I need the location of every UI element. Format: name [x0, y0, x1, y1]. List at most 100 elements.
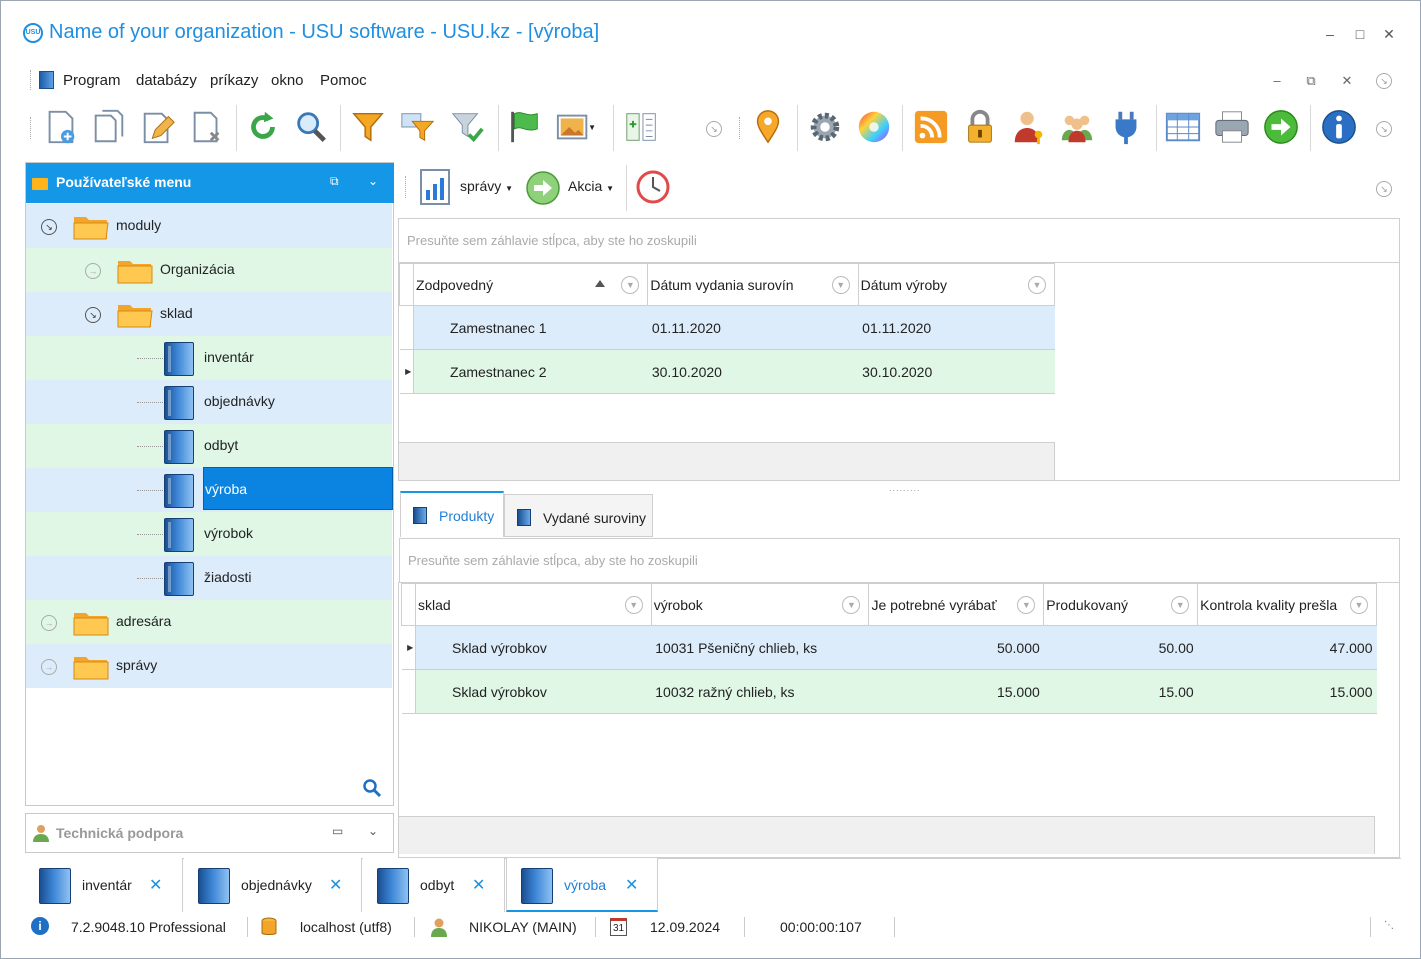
tree-item-organizacia[interactable]: → Organizácia	[26, 248, 392, 292]
menu-pomoc[interactable]: Pomoc	[320, 72, 367, 89]
close-tab-icon[interactable]: ✕	[149, 875, 162, 895]
close-window-button[interactable]: ✕	[1376, 21, 1402, 47]
column-filter-icon[interactable]: ▼	[624, 596, 643, 614]
copy-document-icon[interactable]	[89, 107, 129, 147]
table-row[interactable]: Sklad výrobkov 10032 ražný chlieb, ks 15…	[401, 669, 1377, 714]
rss-icon[interactable]	[911, 107, 951, 147]
tree-item-adresara[interactable]: → adresára	[26, 600, 392, 644]
column-header-datum-vyroby[interactable]: Dátum výroby ▼	[857, 263, 1056, 306]
close-tab-icon[interactable]: ✕	[329, 875, 342, 895]
column-filter-icon[interactable]: ▼	[1028, 276, 1046, 294]
map-pin-icon[interactable]	[748, 107, 788, 147]
column-header-sklad[interactable]: sklad ▼	[414, 583, 652, 626]
maximize-window-button[interactable]: □	[1347, 21, 1373, 47]
panel-float-button[interactable]: ▭	[332, 824, 343, 838]
group-by-panel[interactable]: Presuňte sem záhlavie stĺpca, aby ste ho…	[398, 218, 1400, 262]
tab-vydane-suroviny[interactable]: Vydané suroviny	[504, 494, 653, 537]
column-header-je-potrebne-vyrabat[interactable]: Je potrebné vyrábať ▼	[868, 583, 1045, 626]
plug-icon[interactable]	[1106, 107, 1146, 147]
resize-grip-icon[interactable]: ⋱	[1384, 920, 1394, 931]
column-header-produkovany[interactable]: Produkovaný ▼	[1043, 583, 1199, 626]
action-dropdown[interactable]: Akcia ▼	[568, 178, 614, 194]
tree-item-spravy[interactable]: → správy	[26, 644, 392, 688]
lock-icon[interactable]	[960, 107, 1000, 147]
filter-edit-icon[interactable]	[398, 107, 438, 147]
filter-clear-icon[interactable]	[447, 107, 487, 147]
refresh-icon[interactable]	[243, 107, 283, 147]
delete-document-icon[interactable]	[187, 107, 227, 147]
collapse-icon[interactable]: ↘	[85, 307, 101, 323]
menubar-more-icon[interactable]: ↘	[1376, 73, 1392, 89]
doc-tab-odbyt[interactable]: odbyt ✕	[363, 858, 505, 912]
edit-icon[interactable]	[138, 107, 178, 147]
doc-tab-inventar[interactable]: inventár ✕	[25, 858, 183, 912]
filter-icon[interactable]	[348, 107, 388, 147]
table-row[interactable]: Zamestnanec 1 01.11.2020 01.11.2020	[399, 305, 1055, 350]
grid-toolbar-more-icon[interactable]: ↘	[1376, 181, 1392, 197]
print-icon[interactable]	[1212, 107, 1252, 147]
menu-okno[interactable]: okno	[271, 72, 304, 89]
column-filter-icon[interactable]: ▼	[1171, 596, 1190, 614]
tree-item-objednavky[interactable]: objednávky	[26, 380, 392, 424]
tab-produkty[interactable]: Produkty	[400, 491, 504, 537]
tree-item-ziadosti[interactable]: žiadosti	[26, 556, 392, 600]
close-tab-icon[interactable]: ✕	[625, 875, 638, 895]
tree-search-icon[interactable]	[362, 778, 382, 798]
column-header-zodpovedny[interactable]: Zodpovedný ▼	[413, 263, 649, 306]
group-by-panel-detail[interactable]: Presuňte sem záhlavie stĺpca, aby ste ho…	[399, 538, 1400, 582]
reports-dropdown[interactable]: správy ▼	[460, 178, 513, 194]
panel-pin-button[interactable]: ⌄	[368, 824, 378, 838]
tree-item-moduly[interactable]: ↘ moduly	[26, 204, 392, 248]
panel-pin-button[interactable]: ⌄	[368, 174, 378, 188]
table-row[interactable]: ▶ Zamestnanec 2 30.10.2020 30.10.2020	[399, 349, 1055, 394]
tree-item-odbyt[interactable]: odbyt	[26, 424, 392, 468]
column-filter-icon[interactable]: ▼	[621, 276, 640, 294]
settings-icon[interactable]	[805, 107, 845, 147]
expand-icon[interactable]: →	[41, 615, 57, 631]
column-header-vyrobok[interactable]: výrobok ▼	[650, 583, 870, 626]
close-tab-icon[interactable]: ✕	[472, 875, 485, 895]
menu-databazy[interactable]: databázy	[136, 72, 197, 89]
search-icon[interactable]	[291, 107, 331, 147]
tree-item-vyrobok[interactable]: výrobok	[26, 512, 392, 556]
tech-support-panel[interactable]: Technická podpora ▭ ⌄	[25, 813, 394, 853]
clock-icon[interactable]	[635, 169, 671, 205]
column-header-datum-vydania[interactable]: Dátum vydania surovín ▼	[647, 263, 859, 306]
column-filter-icon[interactable]: ▼	[842, 596, 861, 614]
menu-prikazy[interactable]: príkazy	[210, 72, 258, 89]
toolbar-more-icon[interactable]: ↘	[706, 121, 722, 137]
columns-icon[interactable]	[622, 107, 662, 147]
column-filter-icon[interactable]: ▼	[1017, 596, 1036, 614]
column-header-kontrola-kvality[interactable]: Kontrola kvality prešla ▼	[1197, 583, 1377, 626]
minimize-window-button[interactable]: –	[1317, 21, 1343, 47]
tree-item-inventar[interactable]: inventár	[26, 336, 392, 380]
mdi-close-button[interactable]: ✕	[1337, 71, 1357, 91]
info-icon[interactable]	[1319, 107, 1359, 147]
go-icon[interactable]	[1261, 107, 1301, 147]
image-icon[interactable]: ▼	[554, 107, 596, 147]
collapse-icon[interactable]: ↘	[41, 219, 57, 235]
flag-icon[interactable]	[504, 107, 544, 147]
toolbar-more-icon-right[interactable]: ↘	[1376, 121, 1392, 137]
table-row[interactable]: ▶ Sklad výrobkov 10031 Pšeničný chlieb, …	[401, 625, 1377, 670]
column-filter-icon[interactable]: ▼	[831, 276, 850, 294]
panel-float-button[interactable]: ⧉	[330, 174, 339, 189]
mdi-minimize-button[interactable]: –	[1267, 71, 1287, 91]
action-go-icon[interactable]	[525, 170, 561, 206]
user-key-icon[interactable]	[1009, 107, 1049, 147]
expand-icon[interactable]: →	[85, 263, 101, 279]
doc-tab-objednavky[interactable]: objednávky ✕	[184, 858, 362, 912]
expand-icon[interactable]: →	[41, 659, 57, 675]
menu-program[interactable]: Program	[63, 72, 121, 89]
reports-icon[interactable]	[419, 168, 451, 206]
tree-item-sklad[interactable]: ↘ sklad	[26, 292, 392, 336]
add-document-icon[interactable]	[41, 107, 81, 147]
table-icon[interactable]	[1163, 107, 1203, 147]
column-filter-icon[interactable]: ▼	[1350, 596, 1368, 614]
doc-tab-vyroba[interactable]: výroba ✕	[506, 858, 658, 912]
mdi-document-icon[interactable]	[39, 71, 54, 89]
color-wheel-icon[interactable]	[854, 107, 894, 147]
users-icon[interactable]	[1057, 107, 1097, 147]
mdi-restore-button[interactable]: ⧉	[1301, 71, 1321, 91]
tree-selection[interactable]: výroba	[203, 467, 393, 510]
